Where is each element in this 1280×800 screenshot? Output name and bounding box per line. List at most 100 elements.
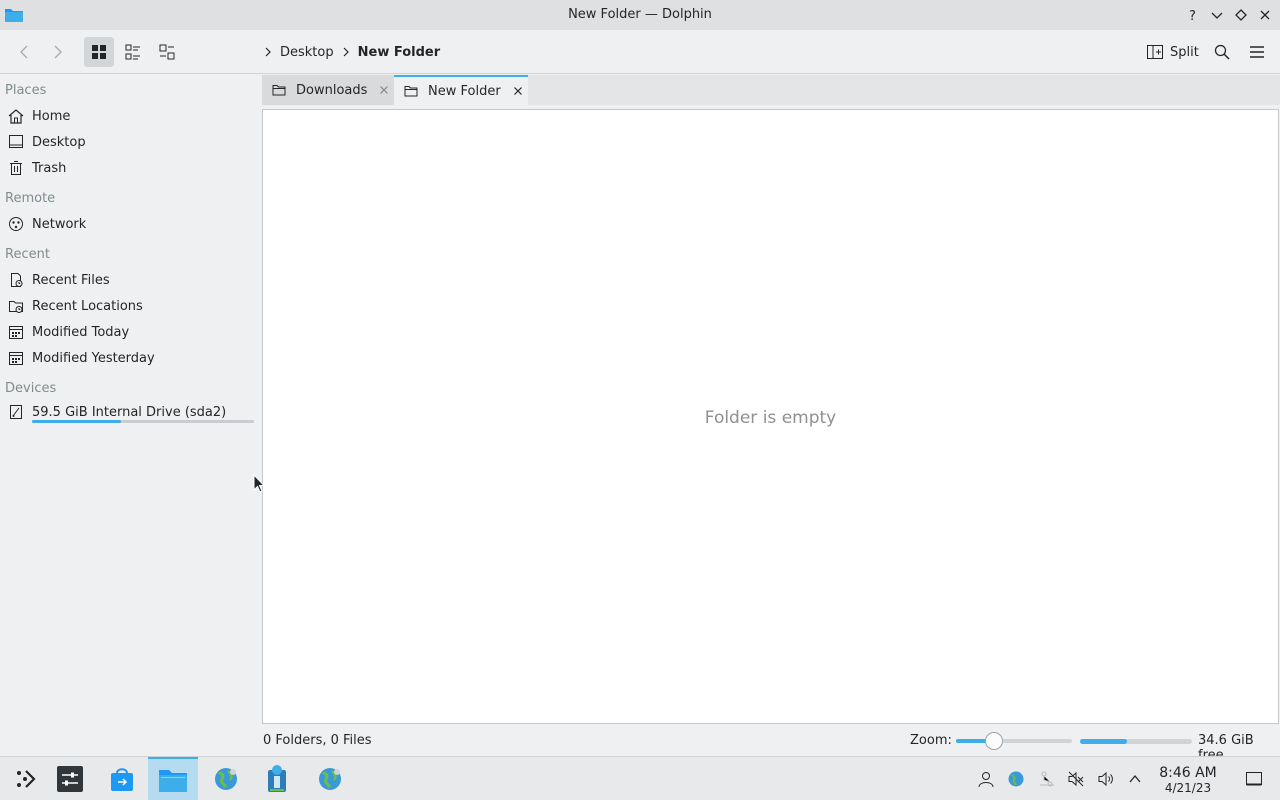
app-launcher-button[interactable]	[0, 757, 50, 800]
digital-clock[interactable]: 8:46 AM 4/21/23	[1152, 765, 1224, 796]
drive-usage-bar	[32, 420, 254, 423]
calendar-icon	[7, 349, 25, 367]
desktop-icon	[7, 133, 25, 151]
place-modified-today[interactable]: Modified Today	[0, 320, 258, 344]
browser-alt-task[interactable]	[305, 757, 355, 800]
calendar-icon	[7, 323, 25, 341]
maximize-button[interactable]	[1231, 5, 1251, 25]
discover-icon	[111, 768, 133, 791]
forward-button[interactable]	[42, 37, 72, 67]
back-icon	[20, 45, 28, 59]
zoom-slider[interactable]	[956, 732, 1072, 750]
tray-expand-button[interactable]	[1125, 769, 1145, 789]
breadcrumb-new-folder[interactable]: New Folder	[358, 45, 441, 60]
volume-tray-button[interactable]	[1096, 769, 1116, 789]
discover-task[interactable]	[97, 757, 147, 800]
tab-new-folder[interactable]: New Folder	[394, 75, 528, 105]
section-title-recent: Recent	[5, 247, 50, 262]
network-status-icon	[1040, 771, 1054, 787]
user-tray-button[interactable]	[976, 769, 996, 789]
minimize-button[interactable]	[1207, 5, 1227, 25]
window-title: New Folder — Dolphin	[568, 7, 712, 22]
back-button[interactable]	[10, 37, 40, 67]
clock-date: 4/21/23	[1164, 781, 1212, 795]
close-tab-icon[interactable]	[377, 83, 391, 97]
file-view[interactable]: Folder is empty	[262, 109, 1279, 724]
status-bar: 0 Folders, 0 Files Zoom: 34.6 GiB free	[262, 729, 1280, 763]
drive-icon	[7, 403, 25, 421]
place-desktop[interactable]: Desktop	[0, 130, 258, 154]
place-label: Modified Today	[32, 324, 130, 340]
compact-view-button[interactable]	[152, 37, 182, 67]
tab-label: New Folder	[428, 83, 501, 99]
place-trash[interactable]: Trash	[0, 156, 258, 180]
dolphin-icon	[159, 770, 187, 792]
close-tab-icon[interactable]	[511, 84, 525, 98]
svg-text:?: ?	[1189, 9, 1196, 22]
chevron-down-icon	[1211, 12, 1223, 19]
zoom-slider-handle[interactable]	[985, 732, 1004, 750]
show-desktop-icon	[1246, 772, 1262, 786]
place-label: 59.5 GiB Internal Drive (sda2)	[32, 404, 227, 420]
tab-downloads[interactable]: Downloads	[262, 75, 394, 105]
search-icon	[1214, 44, 1230, 60]
place-label: Trash	[32, 160, 67, 176]
chevron-right-icon	[262, 46, 274, 58]
browser-alt-icon	[319, 768, 341, 790]
network-icon	[7, 215, 25, 233]
places-panel: Places Home Desktop Trash Remote Network…	[0, 75, 262, 755]
place-modified-yesterday[interactable]: Modified Yesterday	[0, 346, 258, 370]
browser-task[interactable]	[201, 757, 251, 800]
system-settings-task[interactable]	[45, 757, 95, 800]
title-bar: New Folder — Dolphin ?	[0, 0, 1280, 30]
tab-bar: Downloads New Folder	[262, 75, 1280, 105]
chevron-right-icon	[340, 46, 352, 58]
tool-task[interactable]	[252, 757, 302, 800]
browser-icon	[215, 768, 237, 790]
place-recent-files[interactable]: Recent Files	[0, 268, 258, 292]
updates-icon	[1008, 771, 1024, 787]
place-recent-locations[interactable]: Recent Locations	[0, 294, 258, 318]
forward-icon	[54, 45, 62, 59]
network-status-tray-button[interactable]	[1037, 769, 1057, 789]
zoom-label: Zoom:	[910, 733, 952, 748]
folder-icon	[404, 84, 418, 98]
help-button[interactable]: ?	[1183, 5, 1203, 25]
icons-view-button[interactable]	[84, 37, 114, 67]
place-home[interactable]: Home	[0, 104, 258, 128]
place-label: Recent Locations	[32, 298, 143, 314]
place-network[interactable]: Network	[0, 212, 258, 236]
system-settings-icon	[57, 766, 83, 792]
folder-icon	[272, 83, 286, 97]
updates-tray-button[interactable]	[1006, 769, 1026, 789]
tab-label: Downloads	[296, 82, 368, 98]
toolbar: Desktop New Folder Split	[0, 30, 1280, 74]
search-button[interactable]	[1207, 37, 1237, 67]
mouse-cursor-icon	[253, 474, 265, 493]
mute-tray-button[interactable]	[1066, 769, 1086, 789]
breadcrumb-desktop[interactable]: Desktop	[280, 45, 334, 60]
trash-icon	[7, 159, 25, 177]
home-icon	[7, 107, 25, 125]
menu-button[interactable]	[1242, 37, 1272, 67]
user-icon	[978, 772, 994, 788]
split-label: Split	[1170, 44, 1199, 60]
section-title-remote: Remote	[5, 191, 56, 206]
chevron-up-icon	[1129, 774, 1141, 783]
taskbar: 8:46 AM 4/21/23	[0, 756, 1280, 800]
recent-files-icon	[7, 271, 25, 289]
mute-icon	[1068, 771, 1084, 787]
place-label: Home	[32, 108, 71, 124]
dolphin-task[interactable]	[148, 757, 198, 800]
place-label: Desktop	[32, 134, 86, 150]
show-desktop-button[interactable]	[1244, 769, 1264, 789]
place-label: Modified Yesterday	[32, 350, 155, 366]
details-view-button[interactable]	[118, 37, 148, 67]
split-icon	[1147, 45, 1163, 59]
recent-locations-icon	[7, 297, 25, 315]
breadcrumb: Desktop New Folder	[262, 42, 440, 62]
compact-view-icon	[159, 44, 175, 60]
close-window-button[interactable]	[1255, 5, 1275, 25]
split-button[interactable]: Split	[1142, 37, 1203, 67]
place-label: Network	[32, 216, 87, 232]
